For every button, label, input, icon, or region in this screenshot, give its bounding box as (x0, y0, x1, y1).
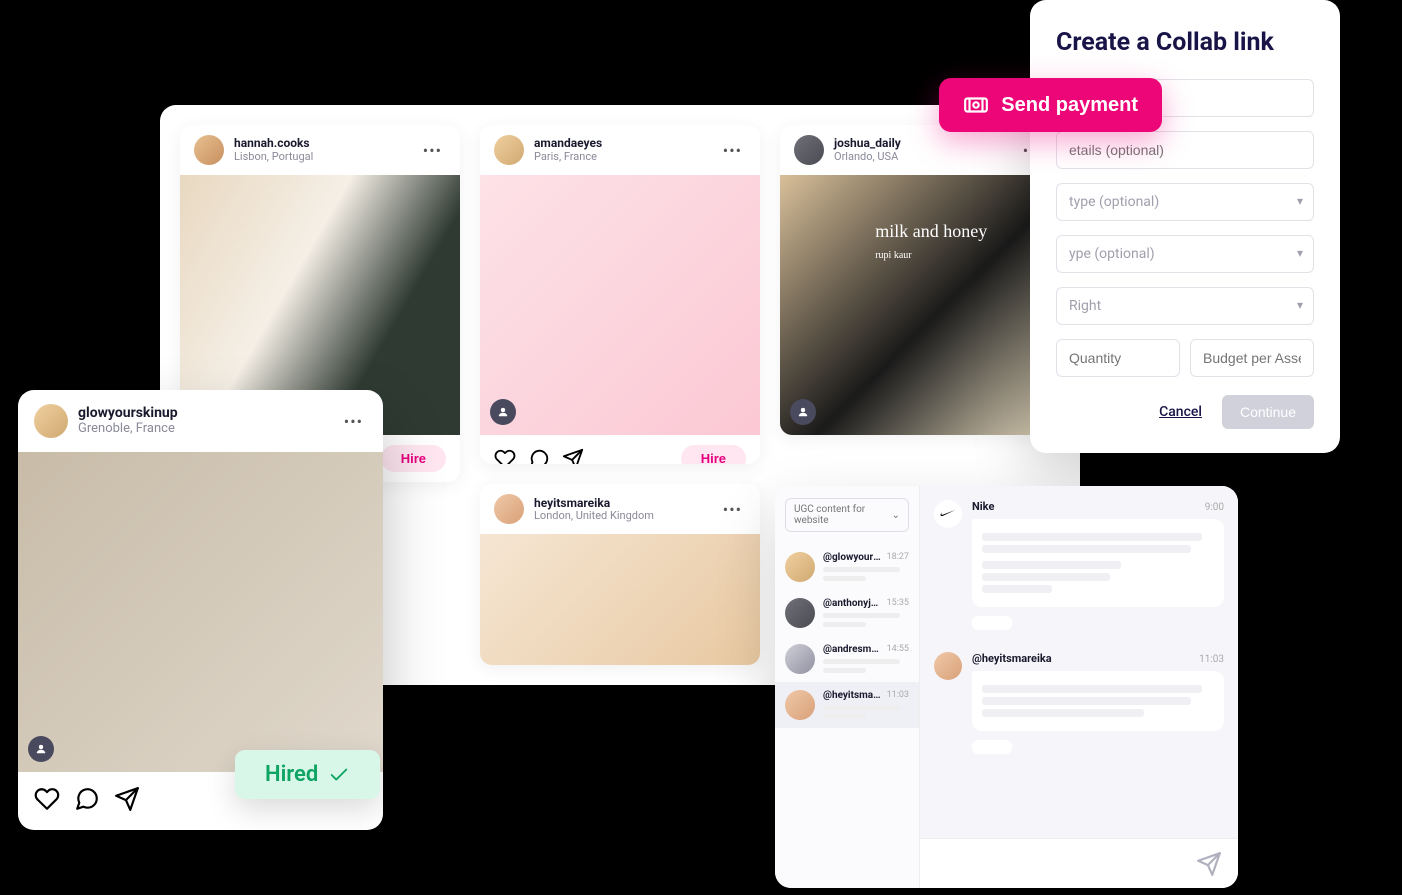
check-icon (328, 764, 350, 786)
post-location: Paris, France (534, 151, 709, 163)
chevron-down-icon: ⌄ (892, 510, 900, 521)
collab-rights-select[interactable]: Right (1056, 287, 1314, 325)
hired-label: Hired (265, 762, 318, 787)
avatar[interactable] (34, 404, 68, 438)
book-title: milk and honey (875, 222, 1009, 242)
contact-item[interactable]: @andresmora...14:55 (775, 636, 919, 682)
avatar (785, 552, 815, 582)
comment-icon[interactable] (528, 448, 550, 465)
collab-details-input[interactable] (1056, 131, 1314, 169)
skeleton-line (823, 613, 900, 618)
post-card: joshua_daily Orlando, USA ••• milk and h… (780, 125, 1060, 435)
message-bubble (972, 671, 1224, 731)
avatar (934, 500, 962, 528)
compose-bar[interactable] (920, 838, 1238, 888)
avatar[interactable] (194, 135, 224, 165)
post-card: heyitsmareika London, United Kingdom ••• (480, 484, 760, 665)
profile-username[interactable]: glowyourskinup (78, 406, 330, 421)
avatar (785, 644, 815, 674)
skeleton-line (823, 659, 900, 664)
post-image[interactable] (480, 175, 760, 435)
hire-button[interactable]: Hire (681, 445, 746, 464)
comment-icon[interactable] (74, 786, 100, 812)
chat-thread: Nike9:00 @heyitsmareika11:03 (920, 486, 1238, 888)
send-icon[interactable] (114, 786, 140, 812)
avatar (934, 652, 962, 680)
skeleton-line (823, 567, 900, 572)
more-icon[interactable]: ••• (340, 412, 367, 431)
profile-location: Grenoble, France (78, 422, 330, 436)
skeleton-line (823, 622, 866, 627)
person-badge-icon[interactable] (790, 399, 816, 425)
contact-item[interactable]: @anthonyjuly15:35 (775, 590, 919, 636)
cash-icon (963, 92, 989, 118)
avatar[interactable] (494, 135, 524, 165)
collab-subtype-select[interactable]: ype (optional) (1056, 235, 1314, 273)
person-badge-icon[interactable] (490, 399, 516, 425)
collab-title: Create a Collab link (1056, 28, 1314, 57)
chat-message: @heyitsmareika11:03 (934, 652, 1224, 758)
post-location: London, United Kingdom (534, 510, 709, 522)
post-username[interactable]: joshua_daily (834, 137, 1009, 150)
book-author: rupi kaur (875, 250, 1009, 261)
post-image[interactable]: milk and honey rupi kaur (780, 175, 1060, 435)
post-username[interactable]: amandaeyes (534, 137, 709, 150)
avatar (785, 690, 815, 720)
heart-icon[interactable] (34, 786, 60, 812)
more-icon[interactable]: ••• (719, 141, 746, 160)
avatar (785, 598, 815, 628)
hire-button[interactable]: Hire (381, 445, 446, 472)
more-icon[interactable]: ••• (719, 500, 746, 519)
feed-column: amandaeyes Paris, France ••• Hire (480, 125, 760, 665)
nike-swoosh-icon (938, 504, 958, 524)
message-bubble (972, 519, 1224, 607)
collab-type-select[interactable]: type (optional) (1056, 183, 1314, 221)
continue-button[interactable]: Continue (1222, 395, 1314, 429)
collab-modal: Create a Collab link type (optional) ype… (1030, 0, 1340, 453)
post-card: amandaeyes Paris, France ••• Hire (480, 125, 760, 464)
skeleton-line (823, 705, 900, 710)
chat-panel: UGC content for website ⌄ @glowyoursk...… (775, 486, 1238, 888)
chat-sidebar: UGC content for website ⌄ @glowyoursk...… (775, 486, 920, 888)
contact-item[interactable]: @glowyoursk...18:27 (775, 544, 919, 590)
skeleton-line (823, 576, 866, 581)
collab-budget-input[interactable] (1190, 339, 1314, 377)
heart-icon[interactable] (494, 448, 516, 465)
post-username[interactable]: heyitsmareika (534, 497, 709, 510)
avatar[interactable] (794, 135, 824, 165)
skeleton-line (823, 714, 866, 719)
post-image[interactable] (480, 534, 760, 665)
chat-filter-select[interactable]: UGC content for website ⌄ (785, 498, 909, 532)
send-payment-button[interactable]: Send payment (939, 78, 1162, 132)
profile-image[interactable] (18, 452, 383, 772)
person-badge-icon[interactable] (28, 736, 54, 762)
more-icon[interactable]: ••• (419, 141, 446, 160)
send-icon[interactable] (562, 448, 584, 465)
avatar[interactable] (494, 494, 524, 524)
collab-quantity-input[interactable] (1056, 339, 1180, 377)
post-location: Orlando, USA (834, 151, 1009, 163)
chat-message: Nike9:00 (934, 500, 1224, 634)
post-username[interactable]: hannah.cooks (234, 137, 409, 150)
send-message-icon[interactable] (1196, 851, 1222, 877)
skeleton-line (823, 668, 866, 673)
post-location: Lisbon, Portugal (234, 151, 409, 163)
hired-badge: Hired (235, 750, 380, 799)
cancel-button[interactable]: Cancel (1159, 404, 1202, 420)
contact-item[interactable]: @heyitsmareika11:03 (775, 682, 919, 728)
